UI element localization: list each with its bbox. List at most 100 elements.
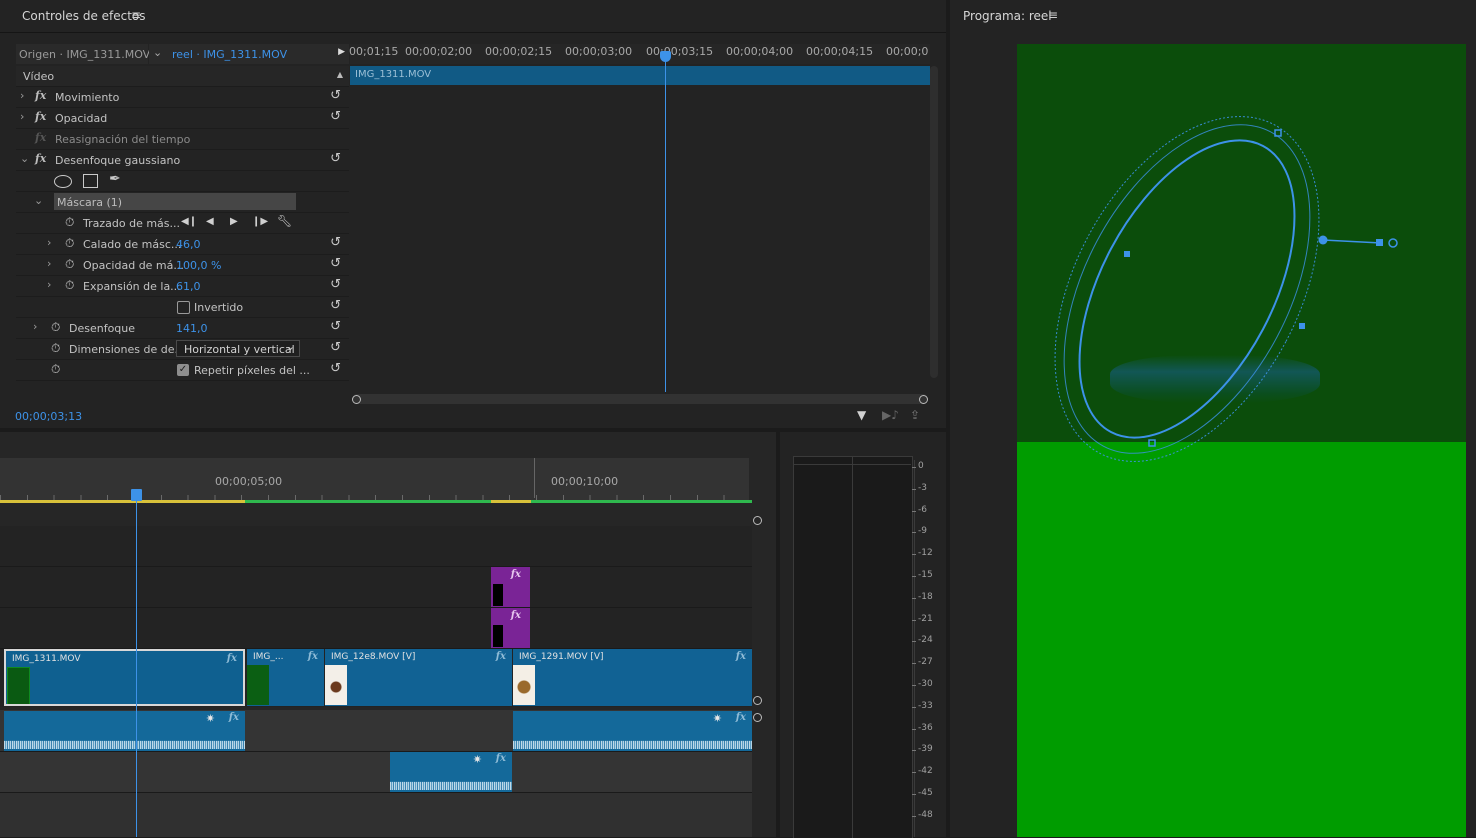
mask-path-row[interactable]: ⏱ Trazado de más... ◀❙ ◀ ▶ ❙▶ 🔧︎: [16, 213, 349, 234]
reset-icon[interactable]: ↺: [330, 319, 341, 334]
mask-path-ellipse[interactable]: [1035, 106, 1339, 464]
reset-icon[interactable]: ↺: [330, 109, 341, 124]
reset-icon[interactable]: ↺: [330, 361, 341, 376]
effect-playhead[interactable]: [665, 56, 666, 392]
track-v4[interactable]: [0, 526, 752, 566]
mask-vertex[interactable]: [1299, 323, 1305, 329]
rectangle-mask-icon[interactable]: [83, 174, 98, 188]
adjustment-clip-v3[interactable]: fx: [491, 567, 530, 607]
timeline-scroll-handle-audio[interactable]: [753, 713, 762, 722]
mask-inverted-row[interactable]: Invertido ↺: [16, 297, 349, 318]
blur-value[interactable]: 141,0: [176, 322, 208, 335]
track-v2[interactable]: [0, 608, 752, 648]
effect-movimiento[interactable]: › fx Movimiento ↺: [16, 87, 349, 108]
mask-expansion-value[interactable]: 61,0: [176, 280, 201, 293]
mask-feather-row[interactable]: › ⏱ Calado de másc... 46,0 ↺: [16, 234, 349, 255]
play-triangle-icon[interactable]: ▶: [338, 47, 345, 57]
stopwatch-icon[interactable]: ⏱: [51, 320, 60, 335]
stopwatch-icon[interactable]: ⏱: [51, 341, 60, 356]
chevron-right-icon[interactable]: ›: [20, 89, 24, 102]
program-video-bottom[interactable]: [1017, 442, 1466, 837]
inverted-checkbox[interactable]: [177, 301, 190, 314]
effect-controls-title[interactable]: Controles de efectos: [22, 9, 146, 23]
track-v3[interactable]: [0, 567, 752, 607]
video-clip[interactable]: IMG_12e8.MOV [V] fx: [325, 649, 512, 706]
effect-desenfoque-gaussiano[interactable]: ⌄ fx Desenfoque gaussiano ↺: [16, 150, 349, 171]
audio-clip[interactable]: ✷ fx: [513, 711, 752, 751]
sequence-tab[interactable]: ⌄ reel · IMG_1311.MOV ▶: [149, 44, 349, 64]
chevron-right-icon[interactable]: ›: [47, 278, 51, 291]
wrench-icon[interactable]: 🔧︎: [277, 214, 292, 228]
mask-row[interactable]: ⌄ Máscara (1): [16, 192, 349, 213]
filter-icon[interactable]: ▼: [857, 408, 866, 422]
reset-icon[interactable]: ↺: [330, 340, 341, 355]
reset-icon[interactable]: ↺: [330, 298, 341, 313]
audio-clip[interactable]: ✷ fx: [4, 711, 245, 751]
fx-icon[interactable]: fx: [35, 89, 46, 102]
track-backward-icon[interactable]: ◀❙: [181, 216, 197, 227]
reset-icon[interactable]: ↺: [330, 235, 341, 250]
effect-clip-bar[interactable]: IMG_1311.MOV: [350, 66, 930, 85]
video-clip[interactable]: IMG_1311.MOV fx: [4, 649, 245, 706]
mask-feather-handle[interactable]: [1376, 239, 1383, 246]
mask-feather-value[interactable]: 46,0: [176, 238, 201, 251]
blur-dimensions-row[interactable]: ⏱ Dimensiones de de... Horizontal y vert…: [16, 339, 349, 360]
blur-row[interactable]: › ⏱ Desenfoque 141,0 ↺: [16, 318, 349, 339]
effect-timeline-scrollbar-v[interactable]: [930, 66, 938, 378]
blur-dimensions-select[interactable]: Horizontal y vertical ⌄: [176, 340, 300, 357]
stopwatch-icon[interactable]: ⏱: [65, 215, 74, 230]
mask-ellipse-group[interactable]: [1017, 72, 1373, 464]
ellipse-mask-icon[interactable]: [54, 175, 72, 188]
source-tab[interactable]: Origen · IMG_1311.MOV: [16, 44, 150, 64]
chevron-down-icon[interactable]: ⌄: [20, 152, 29, 165]
adjustment-clip-v2[interactable]: fx: [491, 608, 530, 648]
mask-opacity-value[interactable]: 100,0 %: [176, 259, 221, 272]
zoom-handle-left[interactable]: [352, 395, 361, 404]
step-backward-icon[interactable]: ◀: [206, 216, 214, 227]
mask-label-box[interactable]: Máscara (1): [54, 193, 296, 210]
effect-zoom-scrollbar[interactable]: [352, 394, 928, 404]
video-section-header[interactable]: Vídeo ▲: [16, 66, 349, 87]
stopwatch-icon[interactable]: ⏱: [65, 257, 74, 272]
export-icon[interactable]: ⇪: [910, 408, 920, 422]
repeat-edge-checkbox[interactable]: ✓: [177, 364, 189, 376]
panel-menu-icon[interactable]: ≡: [1048, 8, 1058, 22]
play-audio-icon[interactable]: ▶♪: [882, 408, 899, 422]
effect-timecode[interactable]: 00;00;03;13: [15, 410, 82, 423]
mask-vertex[interactable]: [1124, 251, 1130, 257]
pen-mask-icon[interactable]: ✒: [109, 171, 121, 187]
step-forward-icon[interactable]: ▶: [230, 216, 238, 227]
stopwatch-icon[interactable]: ⏱: [65, 236, 74, 251]
video-clip[interactable]: IMG_1291.MOV [V] fx: [513, 649, 752, 706]
track-forward-icon[interactable]: ❙▶: [252, 216, 268, 227]
mask-overlay[interactable]: [1017, 44, 1466, 464]
collapse-up-icon[interactable]: ▲: [337, 70, 343, 79]
effect-opacidad[interactable]: › fx Opacidad ↺: [16, 108, 349, 129]
program-monitor-title[interactable]: Programa: reel: [963, 9, 1052, 23]
reset-icon[interactable]: ↺: [330, 277, 341, 292]
mask-expansion-row[interactable]: › ⏱ Expansión de la... 61,0 ↺: [16, 276, 349, 297]
chevron-right-icon[interactable]: ›: [47, 257, 51, 270]
fx-icon[interactable]: fx: [35, 110, 46, 123]
track-a3[interactable]: [0, 793, 752, 837]
track-a2[interactable]: [0, 752, 752, 792]
video-clip[interactable]: IMG_... fx: [247, 649, 324, 706]
repeat-edge-row[interactable]: ⏱ ✓ Repetir píxeles del ... ↺: [16, 360, 349, 381]
chevron-down-icon[interactable]: ⌄: [34, 194, 43, 207]
reset-icon[interactable]: ↺: [330, 151, 341, 166]
effect-playhead-handle[interactable]: [660, 51, 671, 62]
audio-clip[interactable]: ✷ fx: [390, 752, 512, 792]
chevron-right-icon[interactable]: ›: [47, 236, 51, 249]
timeline-scroll-handle-mid[interactable]: [753, 696, 762, 705]
timeline-playhead[interactable]: [136, 498, 137, 837]
mask-opacity-row[interactable]: › ⏱ Opacidad de má... 100,0 % ↺: [16, 255, 349, 276]
stopwatch-icon[interactable]: ⏱: [65, 278, 74, 293]
mask-rotation-handle[interactable]: [1388, 238, 1398, 248]
reset-icon[interactable]: ↺: [330, 256, 341, 271]
fx-icon[interactable]: fx: [35, 152, 46, 165]
stopwatch-icon[interactable]: ⏱: [51, 362, 60, 377]
mask-vertex[interactable]: [1148, 439, 1156, 447]
chevron-right-icon[interactable]: ›: [33, 320, 37, 333]
effect-timeline-area[interactable]: [350, 44, 930, 394]
reset-icon[interactable]: ↺: [330, 88, 341, 103]
